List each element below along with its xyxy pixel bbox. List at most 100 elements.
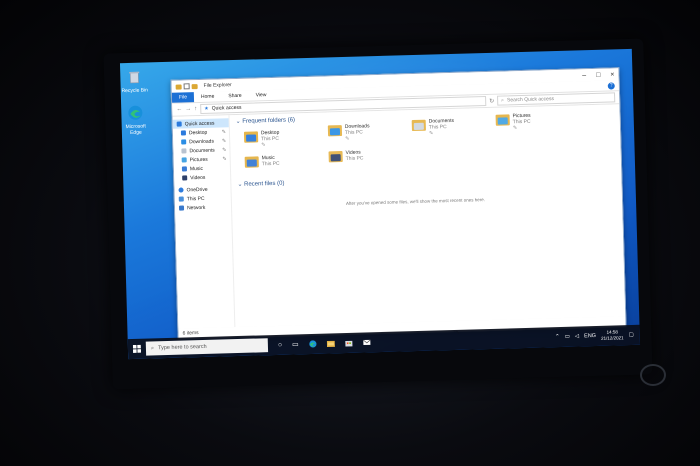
file-explorer-window: File Explorer – □ × File Home Share View… <box>170 67 627 340</box>
desktop-icon-label: Microsoft Edge <box>125 123 146 136</box>
folder-icon <box>495 113 510 126</box>
tab-home[interactable]: Home <box>194 91 222 102</box>
document-icon <box>181 148 187 154</box>
pin-icon: ✎ <box>261 142 266 149</box>
video-icon <box>182 175 188 181</box>
folder-tile-downloads[interactable]: Downloads This PC ✎ <box>327 123 370 142</box>
notifications-icon[interactable]: ▢ <box>628 332 633 338</box>
refresh-icon[interactable]: ↻ <box>489 97 494 104</box>
forward-icon[interactable]: → <box>185 106 191 112</box>
system-tray: ⌃ ▭ ◁ ENG 14:58 21/12/2021 ▢ <box>555 329 640 343</box>
chevron-down-icon: ⌄ <box>237 181 243 188</box>
new-folder-icon[interactable] <box>191 83 198 89</box>
recycle-bin-icon <box>129 71 140 84</box>
pin-icon: ✎ <box>345 135 350 142</box>
tab-file[interactable]: File <box>171 92 195 103</box>
task-view-icon[interactable]: ▭ <box>292 340 299 348</box>
sidebar-item-label: Downloads <box>189 138 215 145</box>
folder-location: This PC <box>345 155 364 162</box>
desktop-icon <box>180 130 187 136</box>
music-icon <box>181 166 188 172</box>
sidebar-item-label: Videos <box>190 174 206 181</box>
folder-icon <box>243 130 259 143</box>
recent-files-header[interactable]: ⌄ Recent files (0) <box>237 180 284 188</box>
folder-icon <box>328 150 343 163</box>
mail-icon[interactable] <box>362 338 371 346</box>
search-box[interactable]: ⌕ Search Quick access <box>497 92 616 106</box>
desktop-icon-edge[interactable]: Microsoft Edge <box>121 104 150 136</box>
desktop-icon-label: Recycle Bin <box>121 87 149 95</box>
folder-tile-pictures[interactable]: Pictures This PC ✎ <box>495 113 532 132</box>
sidebar-item-network[interactable]: Network <box>175 202 231 213</box>
pin-icon: ✎ <box>222 146 227 153</box>
maximize-icon[interactable]: □ <box>596 71 600 78</box>
sidebar-item-label: Documents <box>189 147 215 154</box>
edge-icon[interactable] <box>309 340 317 348</box>
section-title: Recent files (0) <box>244 180 285 188</box>
folder-location: This PC <box>261 160 280 168</box>
cloud-icon <box>178 187 184 193</box>
sidebar-item-label: Pictures <box>189 156 208 163</box>
start-button[interactable] <box>128 344 146 353</box>
folder-icon <box>327 124 343 137</box>
sidebar-item-label: Desktop <box>188 129 208 136</box>
folder-tile-music[interactable]: Music This PC <box>244 155 280 168</box>
taskbar-search-placeholder: Type here to search <box>157 343 207 352</box>
item-count: 6 items <box>182 330 199 337</box>
edge-icon <box>128 105 143 120</box>
store-icon[interactable] <box>345 339 353 347</box>
pin-icon: ✎ <box>512 125 518 132</box>
taskbar-search[interactable]: ⌕ Type here to search <box>145 338 269 356</box>
windows-logo-icon <box>132 344 142 353</box>
language-indicator[interactable]: ENG <box>584 333 596 339</box>
folder-icon <box>175 83 182 90</box>
back-icon[interactable]: ← <box>176 106 182 112</box>
sidebar-item-label: This PC <box>186 195 205 202</box>
address-text: Quick access <box>211 104 242 112</box>
empty-recent-message: After you've opened some files, we'll sh… <box>345 197 486 206</box>
sidebar-item-label: OneDrive <box>186 186 208 193</box>
device-button <box>640 364 666 386</box>
network-icon[interactable]: ▭ <box>565 334 570 340</box>
cortana-icon[interactable]: ○ <box>278 341 282 348</box>
search-icon: ⌕ <box>150 344 155 351</box>
sidebar-item-videos[interactable]: Videos <box>174 172 230 183</box>
tab-share[interactable]: Share <box>221 91 249 102</box>
clock-date: 21/12/2021 <box>601 335 624 341</box>
folder-tile-documents[interactable]: Documents This PC ✎ <box>411 118 455 137</box>
search-icon: ⌕ <box>501 97 505 104</box>
folder-tile-desktop[interactable]: Desktop This PC ✎ <box>243 130 280 149</box>
pictures-icon <box>181 157 187 163</box>
properties-icon[interactable] <box>183 83 190 90</box>
window-title: File Explorer <box>203 82 232 89</box>
file-explorer-icon[interactable] <box>326 339 335 348</box>
pin-icon: ✎ <box>428 130 434 137</box>
content-pane: ⌄ Frequent folders (6) Desktop This PC ✎ D… <box>229 104 625 336</box>
chevron-down-icon: ⌄ <box>235 118 241 125</box>
up-icon[interactable]: ↑ <box>194 106 197 112</box>
folder-icon <box>411 119 426 132</box>
navigation-pane: Quick access Desktop ✎ Downloads ✎ Docum… <box>172 115 236 329</box>
frequent-folders-header[interactable]: ⌄ Frequent folders (6) <box>236 116 296 125</box>
sidebar-item-label: Quick access <box>184 120 215 127</box>
explorer-body: Quick access Desktop ✎ Downloads ✎ Docum… <box>172 104 626 336</box>
clock[interactable]: 14:58 21/12/2021 <box>601 329 624 342</box>
volume-icon[interactable]: ◁ <box>575 333 579 339</box>
chevron-up-icon[interactable]: ⌃ <box>555 334 560 340</box>
sidebar-item-label: Music <box>189 165 204 172</box>
minimize-icon[interactable]: – <box>582 72 586 79</box>
pin-icon: ✎ <box>221 137 227 144</box>
close-icon[interactable]: × <box>610 71 614 78</box>
tab-view[interactable]: View <box>249 90 274 101</box>
star-icon <box>176 121 182 127</box>
network-icon <box>178 205 185 211</box>
section-title: Frequent folders (6) <box>242 117 296 125</box>
pin-icon: ✎ <box>221 128 227 135</box>
folder-tile-videos[interactable]: Videos This PC <box>328 149 364 163</box>
download-icon <box>181 139 187 145</box>
computer-icon <box>178 196 184 202</box>
screen: Recycle Bin Microsoft Edge File Explorer… <box>119 48 641 360</box>
help-icon[interactable]: ? <box>607 81 615 90</box>
desktop-icon-recycle-bin[interactable]: Recycle Bin <box>120 68 149 94</box>
star-icon: ★ <box>204 105 209 112</box>
